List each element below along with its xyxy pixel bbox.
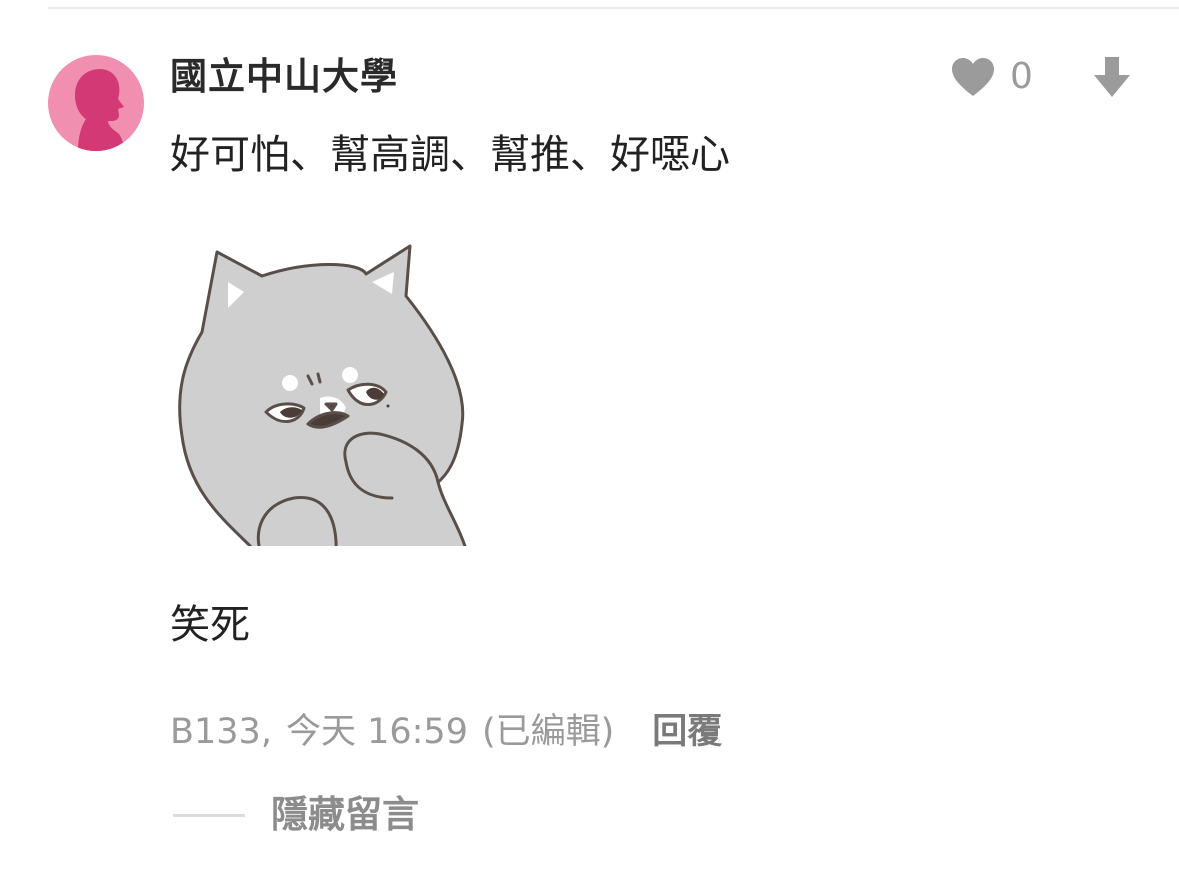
like-count: 0 (1010, 56, 1033, 97)
author-name[interactable]: 國立中山大學 (170, 54, 398, 100)
arrow-down-icon[interactable] (1092, 55, 1132, 99)
top-divider (48, 7, 1179, 9)
comment-text: 好可怕、幫高調、幫推、好噁心 (170, 132, 730, 178)
comment-time: 今天 16:59 (285, 712, 468, 752)
hide-comment-button[interactable]: 隱藏留言 (271, 790, 419, 840)
cat-sticker-icon (178, 244, 467, 546)
heart-icon[interactable] (950, 56, 996, 98)
female-silhouette-icon (75, 69, 124, 151)
floor-number: B133 (170, 712, 261, 752)
edited-label: (已編輯) (481, 712, 615, 752)
reply-button[interactable]: 回覆 (652, 707, 722, 757)
like-button[interactable]: 0 (950, 54, 1033, 100)
comment-text-line-2: 笑死 (170, 602, 250, 648)
hide-divider-line (173, 813, 245, 817)
comment-meta: B133, 今天 16:59 (已編輯) 回覆 (170, 707, 722, 757)
hide-comment-row[interactable]: 隱藏留言 (173, 790, 419, 840)
meta-separator: , (260, 712, 272, 752)
gray-cat-sticker (170, 236, 490, 548)
author-avatar[interactable] (48, 55, 144, 151)
